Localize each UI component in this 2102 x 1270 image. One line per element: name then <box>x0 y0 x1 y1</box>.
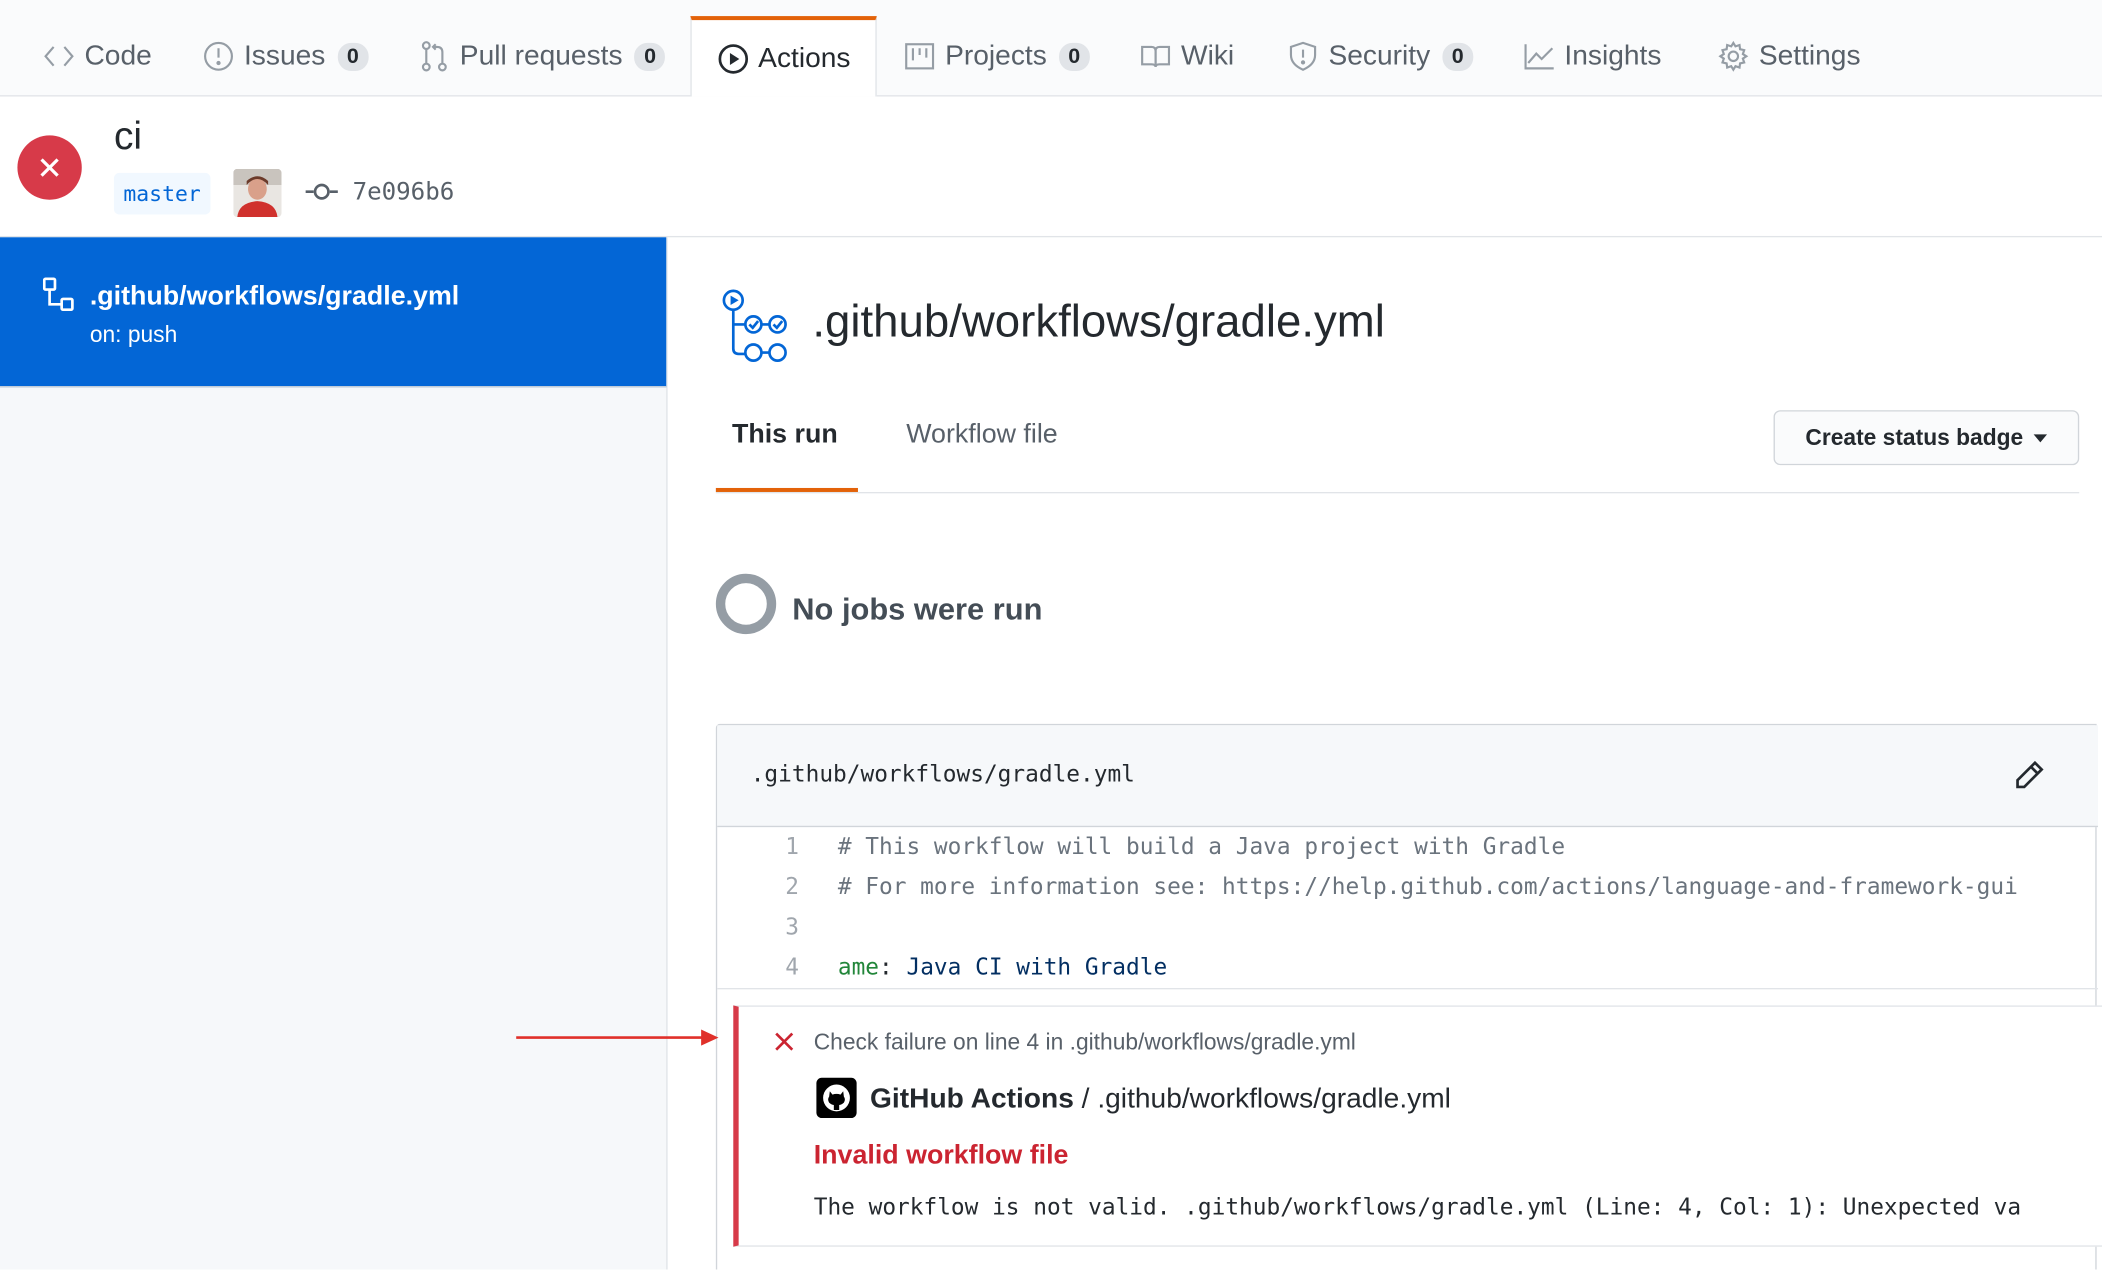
tab-code-label: Code <box>84 40 152 72</box>
yaml-value: Java CI with Gradle <box>906 954 1168 982</box>
code-icon <box>43 40 75 72</box>
tabs-divider <box>715 491 2080 494</box>
pull-request-icon <box>418 40 450 72</box>
gear-icon <box>1717 40 1749 72</box>
issues-counter: 0 <box>337 42 369 71</box>
tab-actions-label: Actions <box>758 42 851 74</box>
graph-icon <box>1523 40 1555 72</box>
pencil-icon[interactable] <box>2014 759 2046 798</box>
tab-projects[interactable]: Projects 0 <box>904 16 1090 96</box>
annotation-source: GitHub Actions / .github/workflows/gradl… <box>870 1083 1451 1115</box>
workflow-icon <box>42 277 75 319</box>
line-content: ame: Java CI with Gradle <box>838 948 1167 988</box>
close-icon <box>774 1026 795 1061</box>
shield-icon <box>1287 40 1319 72</box>
workflow-title: .github/workflows/gradle.yml <box>812 296 1385 348</box>
commit-sha[interactable]: 7e096b6 <box>353 178 455 206</box>
tab-wiki[interactable]: Wiki <box>1139 16 1234 96</box>
issue-icon <box>202 40 234 72</box>
line-content: # This workflow will build a Java projec… <box>837 833 1566 861</box>
line-content: # For more information see: https://help… <box>837 874 2018 901</box>
annotation-source-separator: / <box>1073 1083 1098 1115</box>
no-jobs-message: No jobs were run <box>792 591 1043 627</box>
tab-actions[interactable]: Actions <box>690 16 877 97</box>
tab-insights[interactable]: Insights <box>1523 16 1662 96</box>
tab-workflow-file[interactable]: Workflow file <box>906 420 1057 451</box>
yaml-key: ame <box>837 954 880 982</box>
sidebar-workflow-name: .github/workflows/gradle.yml <box>89 281 460 312</box>
tab-code[interactable]: Code <box>43 16 152 96</box>
line-number[interactable]: 4 <box>744 948 799 988</box>
annotation-title: Check failure on line 4 in .github/workf… <box>813 1029 1356 1056</box>
code-divider <box>717 987 2098 990</box>
book-icon <box>1139 40 1171 72</box>
create-status-badge-button[interactable]: Create status badge <box>1773 410 2080 466</box>
projects-counter: 0 <box>1058 42 1090 71</box>
project-icon <box>904 40 936 72</box>
annotation-source-file: .github/workflows/gradle.yml <box>1097 1083 1451 1115</box>
file-name: .github/workflows/gradle.yml <box>750 761 1135 789</box>
tab-projects-label: Projects <box>945 40 1047 72</box>
tab-issues[interactable]: Issues 0 <box>202 16 369 96</box>
code-line: 4 ame: Java CI with Gradle <box>717 948 2098 988</box>
line-number[interactable]: 3 <box>744 908 799 948</box>
commit-icon <box>304 178 339 212</box>
tab-pull-requests-label: Pull requests <box>459 40 623 72</box>
play-icon <box>717 42 749 74</box>
annotation-source-app: GitHub Actions <box>870 1083 1074 1115</box>
tab-issues-label: Issues <box>243 40 326 72</box>
run-failed-icon <box>17 135 82 200</box>
tab-insights-label: Insights <box>1564 40 1662 72</box>
security-counter: 0 <box>1442 42 1474 71</box>
tab-settings-label: Settings <box>1758 40 1861 72</box>
no-jobs-status-icon <box>715 573 777 635</box>
sidebar-item-workflow[interactable]: .github/workflows/gradle.yml on: push <box>0 237 667 388</box>
create-status-badge-label: Create status badge <box>1805 424 2024 450</box>
workflow-graph-icon <box>720 287 795 369</box>
tab-this-run[interactable]: This run <box>732 420 838 451</box>
repo-nav: Code Issues 0 Pull requests 0 Actions Pr… <box>0 0 2102 97</box>
branch-label[interactable]: master <box>113 172 211 215</box>
annotation-error-title: Invalid workflow file <box>813 1140 1069 1171</box>
tab-settings[interactable]: Settings <box>1717 16 1861 96</box>
file-header: .github/workflows/gradle.yml <box>717 725 2098 828</box>
code-line: 1 # This workflow will build a Java proj… <box>717 827 2098 867</box>
yaml-separator: : <box>879 954 907 982</box>
run-title: ci <box>113 115 143 159</box>
pull-requests-counter: 0 <box>634 42 666 71</box>
code-line: 2 # For more information see: https://he… <box>717 867 2098 907</box>
tab-pull-requests[interactable]: Pull requests 0 <box>418 16 666 96</box>
workflow-sidebar: .github/workflows/gradle.yml on: push <box>0 237 668 1270</box>
line-number[interactable]: 1 <box>744 827 799 867</box>
tab-wiki-label: Wiki <box>1181 40 1235 72</box>
annotation-message: The workflow is not valid. .github/workf… <box>813 1194 2022 1222</box>
caret-down-icon <box>2033 433 2048 442</box>
actions-run-page: Code Issues 0 Pull requests 0 Actions Pr… <box>0 0 2102 1270</box>
red-arrow-icon <box>516 1028 720 1053</box>
sidebar-workflow-trigger: on: push <box>89 321 178 348</box>
avatar[interactable] <box>233 168 282 218</box>
github-icon <box>816 1077 857 1119</box>
check-failure-annotation: Check failure on line 4 in .github/workf… <box>733 1005 2102 1247</box>
line-number[interactable]: 2 <box>744 867 799 907</box>
tab-security-label: Security <box>1328 40 1431 72</box>
tab-security[interactable]: Security 0 <box>1287 16 1474 96</box>
code-line: 3 <box>717 908 2098 948</box>
